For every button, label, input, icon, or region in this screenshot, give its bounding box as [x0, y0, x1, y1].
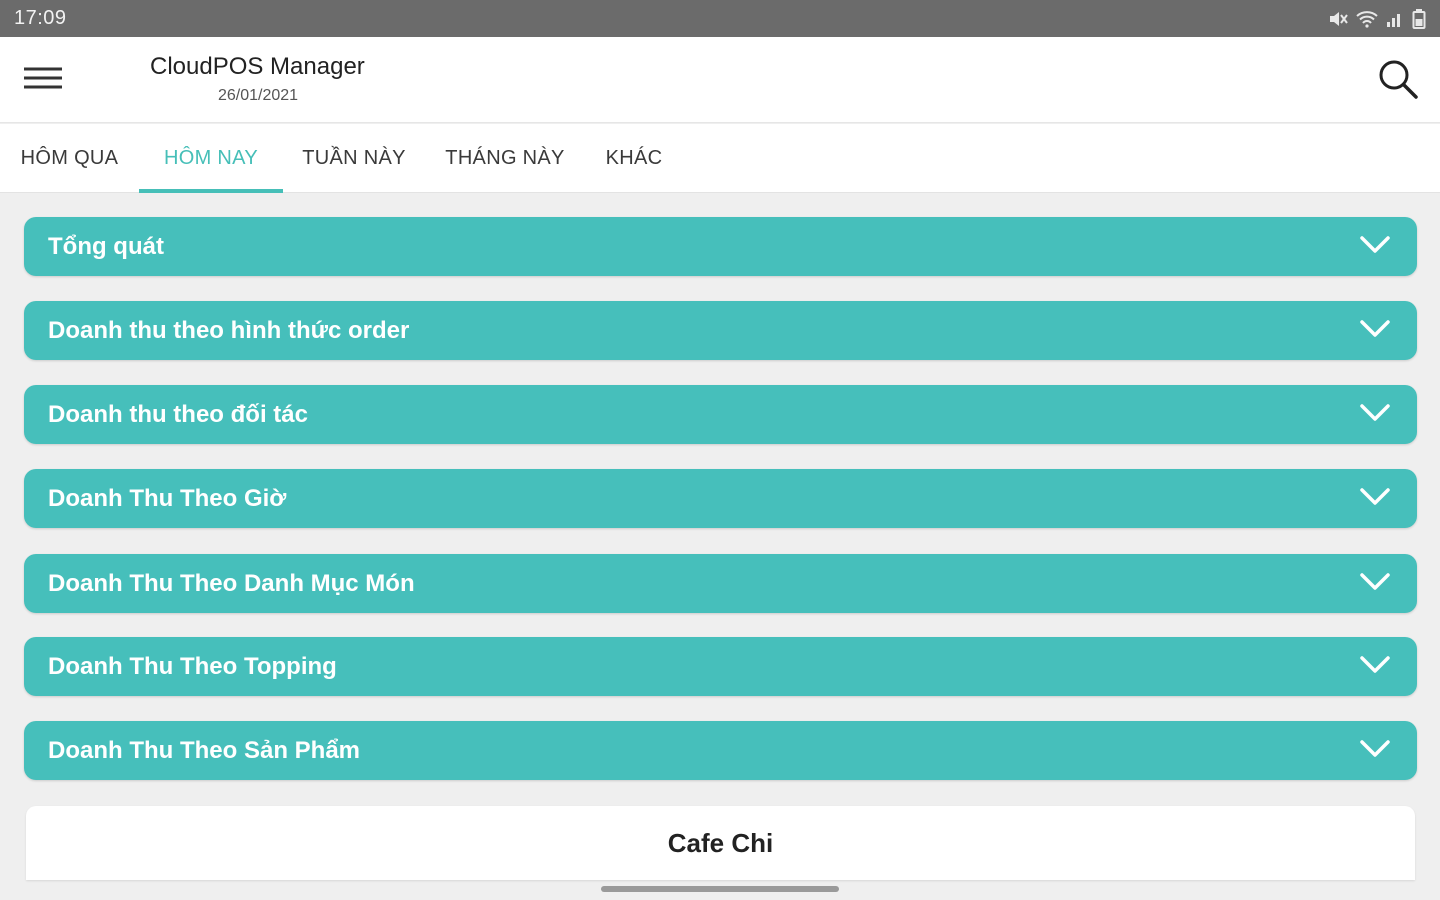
chevron-down-icon: [1359, 487, 1391, 512]
chevron-down-icon: [1359, 739, 1391, 764]
tab-this-month[interactable]: THÁNG NÀY: [425, 124, 585, 193]
report-date: 26/01/2021: [217, 87, 299, 104]
chevron-down-icon: [1359, 403, 1391, 428]
app-title: CloudPOS Manager: [150, 53, 365, 80]
section-revenue-by-hour[interactable]: Doanh Thu Theo Giờ: [24, 469, 1417, 528]
status-bar: 17:09: [0, 0, 1440, 37]
chevron-down-icon: [1359, 235, 1391, 260]
section-label: Tổng quát: [48, 232, 164, 260]
chevron-down-icon: [1359, 572, 1391, 597]
wifi-icon: [1356, 10, 1378, 28]
mute-icon: [1328, 10, 1348, 28]
section-label: Doanh Thu Theo Topping: [48, 652, 337, 680]
battery-icon: [1412, 8, 1426, 29]
section-label: Doanh thu theo hình thức order: [48, 316, 410, 344]
period-tabs: HÔM QUA HÔM NAY TUẦN NÀY THÁNG NÀY KHÁC: [0, 124, 1440, 193]
app-bar: CloudPOS Manager 26/01/2021: [0, 37, 1440, 123]
section-label: Doanh Thu Theo Giờ: [48, 484, 287, 512]
section-revenue-by-product[interactable]: Doanh Thu Theo Sản Phẩm: [24, 721, 1417, 780]
chevron-down-icon: [1359, 655, 1391, 680]
section-label: Doanh Thu Theo Sản Phẩm: [48, 736, 361, 764]
tab-today[interactable]: HÔM NAY: [139, 124, 283, 193]
tab-this-week[interactable]: TUẦN NÀY: [283, 124, 425, 193]
section-revenue-by-category[interactable]: Doanh Thu Theo Danh Mục Món: [24, 554, 1417, 613]
hamburger-icon[interactable]: [22, 62, 64, 96]
section-overview[interactable]: Tổng quát: [24, 217, 1417, 276]
chevron-down-icon: [1359, 319, 1391, 344]
tab-yesterday[interactable]: HÔM QUA: [0, 124, 139, 193]
title-block: CloudPOS Manager 26/01/2021: [150, 53, 366, 105]
section-revenue-by-topping[interactable]: Doanh Thu Theo Topping: [24, 637, 1417, 696]
signal-icon: [1386, 10, 1404, 28]
section-revenue-by-partner[interactable]: Doanh thu theo đối tác: [24, 385, 1417, 444]
status-time: 17:09: [14, 7, 67, 29]
section-label: Doanh Thu Theo Danh Mục Món: [48, 569, 415, 597]
home-indicator[interactable]: [601, 886, 839, 892]
section-revenue-by-order-type[interactable]: Doanh thu theo hình thức order: [24, 301, 1417, 360]
section-label: Doanh thu theo đối tác: [48, 400, 308, 428]
store-card[interactable]: Cafe Chi: [26, 806, 1415, 880]
store-name: Cafe Chi: [667, 827, 774, 858]
search-icon[interactable]: [1376, 57, 1420, 101]
tab-other[interactable]: KHÁC: [585, 124, 683, 193]
status-icons: [1328, 8, 1426, 29]
